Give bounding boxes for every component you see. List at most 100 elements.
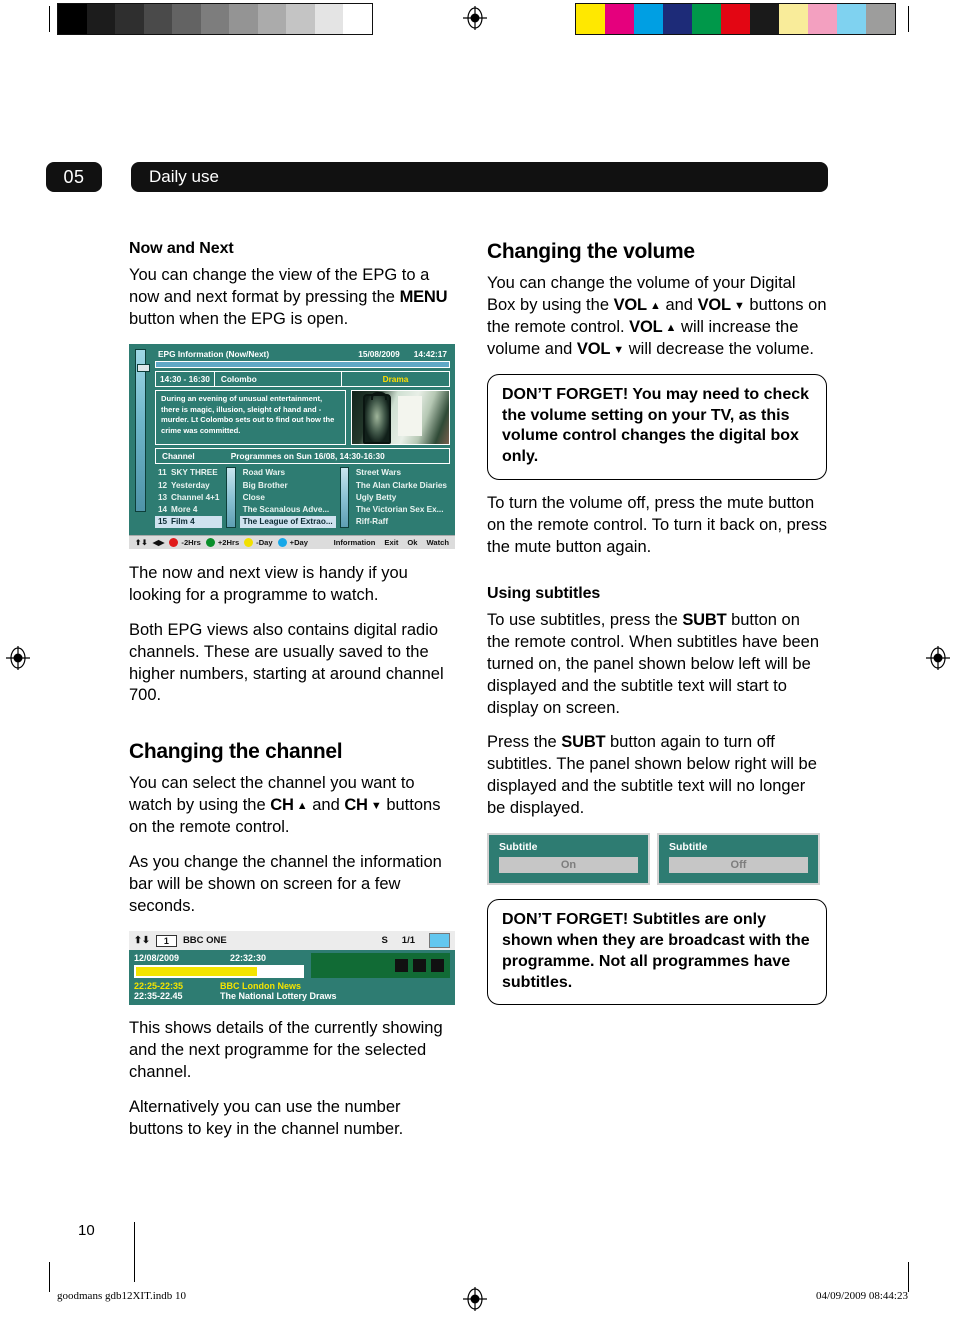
down-arrow-icon: ▼ [730, 299, 745, 312]
infobar-main: 12/08/2009 22:32:30 22:25-22:35 BBC Lond… [129, 950, 455, 1005]
up-arrow-icon: ▲ [646, 299, 661, 312]
infobar-datetime-row: 12/08/2009 22:32:30 [134, 953, 304, 963]
greyscale-swatch [343, 4, 372, 34]
page-title: Daily use [131, 162, 828, 192]
list-item[interactable]: The Victorian Sex Ex... [353, 503, 450, 515]
epg-yellow-label: -Day [256, 537, 273, 547]
infobar-date: 12/08/2009 [134, 953, 180, 963]
crop-mark-bottom-right [908, 1262, 909, 1292]
epg-green-key[interactable]: +2Hrs [205, 537, 240, 547]
epg-green-label: +2Hrs [217, 537, 240, 547]
list-item[interactable]: The Alan Clarke Diaries [353, 479, 450, 491]
epg-time: 14:42:17 [413, 348, 447, 359]
infobar-programme-rows: 22:25-22:35 BBC London News 22:35-22.45 … [134, 981, 450, 1001]
paragraph-infobar-caption-1: This shows details of the currently show… [129, 1019, 443, 1081]
colour-swatch [692, 4, 721, 34]
heading-now-and-next: Now and Next [129, 240, 234, 257]
epg-exit-label[interactable]: Exit [384, 538, 398, 547]
yellow-dot-icon [244, 537, 254, 547]
infobar-now-row: 22:25-22:35 BBC London News [134, 981, 450, 991]
epg-list-header-channel: Channel [162, 450, 195, 461]
epg-red-key[interactable]: -2Hrs [169, 537, 201, 547]
paragraph-subtitles-1: To use subtitles, press the SUBT button … [487, 610, 827, 720]
epg-ok-label[interactable]: Ok [407, 538, 417, 547]
epg-screen-body: EPG Information (Now/Next) 15/08/2009 14… [129, 343, 455, 535]
text-run: Press the [487, 733, 562, 752]
infobar-top-right: S 1/1 [381, 933, 450, 948]
epg-list-header-programmes: Programmes on Sun 16/08, 14:30-16:30 [230, 450, 385, 461]
text-run: You can change the view of the EPG to a … [129, 266, 430, 306]
infobar-now-time: 22:25-22:35 [134, 981, 184, 991]
programme-thumbnail-image [351, 389, 450, 445]
chapter-number-badge: 05 [46, 162, 102, 192]
epg-vertical-scrollbar[interactable] [135, 348, 150, 512]
greyscale-swatch [286, 4, 315, 34]
table-row[interactable]: 12 Yesterday [155, 479, 222, 491]
paragraph-mute: To turn the volume off, press the mute b… [487, 493, 827, 556]
epg-blue-key[interactable]: +Day [277, 537, 309, 547]
infobar-now-title: BBC London News [220, 981, 301, 991]
paragraph-epg-caption-1: The now and next view is handy if you lo… [129, 563, 408, 604]
thumbnail-lamp-shape [363, 391, 391, 444]
key-vol-up: VOL [613, 295, 648, 314]
epg-information-label[interactable]: Information [334, 538, 376, 547]
text-run: and [307, 796, 345, 815]
colour-swatch [576, 4, 605, 34]
epg-yellow-key[interactable]: -Day [244, 537, 273, 547]
list-item[interactable]: The Scanalous Adve... [240, 503, 336, 515]
table-row[interactable]: 14 More 4 [155, 503, 222, 515]
paragraph-subtitles-2: Press the SUBT button again to turn off … [487, 732, 827, 820]
footer-file-info: goodmans gdb12XIT.indb 10 [57, 1290, 187, 1302]
colour-swatch [779, 4, 808, 34]
infobar-next-title: The National Lottery Draws [220, 991, 337, 1001]
epg-column-scrollbar-now[interactable] [226, 466, 236, 528]
colour-swatch [750, 4, 779, 34]
colour-swatch [605, 4, 634, 34]
infobar-next-time: 22:35-22.45 [134, 991, 183, 1001]
list-item-selected[interactable]: The League of Extrao... [239, 515, 336, 528]
greyscale-swatch [257, 4, 286, 34]
epg-column-scrollbar-next[interactable] [339, 466, 349, 528]
greyscale-swatch [58, 4, 87, 34]
table-row-selected[interactable]: 15 Film 4 [155, 515, 223, 528]
subtitle-panel-value[interactable]: On [499, 857, 638, 874]
epg-channel-name: Channel 4+1 [171, 492, 220, 502]
list-item[interactable]: Riff-Raff [353, 516, 450, 528]
colour-swatch [837, 4, 866, 34]
epg-next-column: Street Wars The Alan Clarke Diaries Ugly… [353, 467, 450, 528]
blue-dot-icon [277, 537, 287, 547]
epg-scrollbar-thumb[interactable] [137, 363, 150, 372]
table-row[interactable]: 13 Channel 4+1 [155, 491, 222, 503]
greyscale-swatch [115, 4, 144, 34]
text-run: will decrease the volume. [624, 339, 815, 358]
text-run: To use subtitles, press the [487, 610, 683, 629]
list-item[interactable]: Road Wars [240, 467, 336, 479]
registration-target-icon-left [5, 645, 31, 671]
infobar-progress-bar [134, 965, 304, 978]
list-item[interactable]: Close [240, 491, 336, 503]
epg-channel-grid: 11 SKY THREE 12 Yesterday 13 Channel 4+1 14… [155, 466, 450, 528]
list-item[interactable]: Street Wars [353, 467, 450, 479]
callout-volume: DON’T FORGET! You may need to check the … [487, 373, 827, 480]
print-registration-marks [0, 0, 954, 46]
list-item[interactable]: Ugly Betty [353, 491, 450, 503]
table-row[interactable]: 11 SKY THREE [155, 467, 222, 479]
text-run: and [660, 295, 698, 314]
epg-screenshot: EPG Information (Now/Next) 15/08/2009 14… [129, 343, 455, 549]
epg-description-area: During an evening of unusual entertainme… [155, 389, 450, 445]
epg-list-header: Channel Programmes on Sun 16/08, 14:30-1… [155, 447, 450, 464]
list-item[interactable]: Big Brother [240, 479, 336, 491]
greyscale-swatch [229, 4, 258, 34]
subtitle-flag: S [381, 935, 388, 946]
subtitle-panel-on: Subtitle On [487, 833, 650, 886]
subtitle-panel-value[interactable]: Off [669, 857, 808, 874]
greyscale-swatch [314, 4, 343, 34]
epg-blue-label: +Day [289, 537, 309, 547]
epg-watch-label[interactable]: Watch [427, 538, 450, 547]
page-number: 10 [78, 1222, 95, 1239]
colour-swatch [721, 4, 750, 34]
key-vol-up-2: VOL [629, 317, 663, 336]
registration-target-icon [462, 5, 488, 31]
